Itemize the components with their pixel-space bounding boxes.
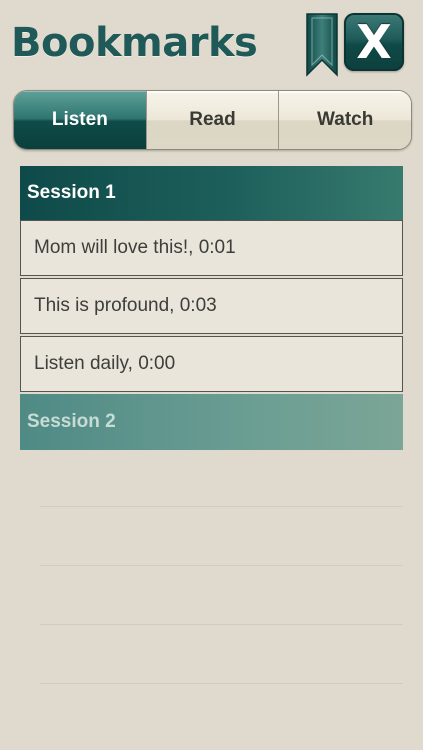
empty-row-divider: [40, 507, 403, 566]
tab-listen[interactable]: Listen: [14, 91, 146, 149]
tab-read[interactable]: Read: [145, 91, 279, 149]
close-x-icon: X: [356, 15, 392, 69]
empty-row-divider: [40, 566, 403, 625]
bookmark-ribbon-icon: [306, 13, 338, 77]
bookmark-item[interactable]: Mom will love this!, 0:01: [20, 220, 403, 276]
session-1-header[interactable]: Session 1: [20, 166, 403, 220]
empty-list-area: [40, 448, 403, 684]
media-type-tabs: Listen Read Watch: [13, 90, 412, 150]
tab-watch[interactable]: Watch: [278, 91, 411, 149]
empty-row-divider: [40, 625, 403, 684]
bookmark-list: Session 1 Mom will love this!, 0:01 This…: [20, 166, 403, 450]
bookmark-item[interactable]: Listen daily, 0:00: [20, 336, 403, 392]
close-button[interactable]: X: [344, 13, 404, 71]
session-2-header[interactable]: Session 2: [20, 394, 403, 450]
bookmark-item[interactable]: This is profound, 0:03: [20, 278, 403, 334]
empty-row-divider: [40, 448, 403, 507]
page-title: Bookmarks: [11, 20, 258, 66]
header: Bookmarks X: [0, 0, 423, 82]
